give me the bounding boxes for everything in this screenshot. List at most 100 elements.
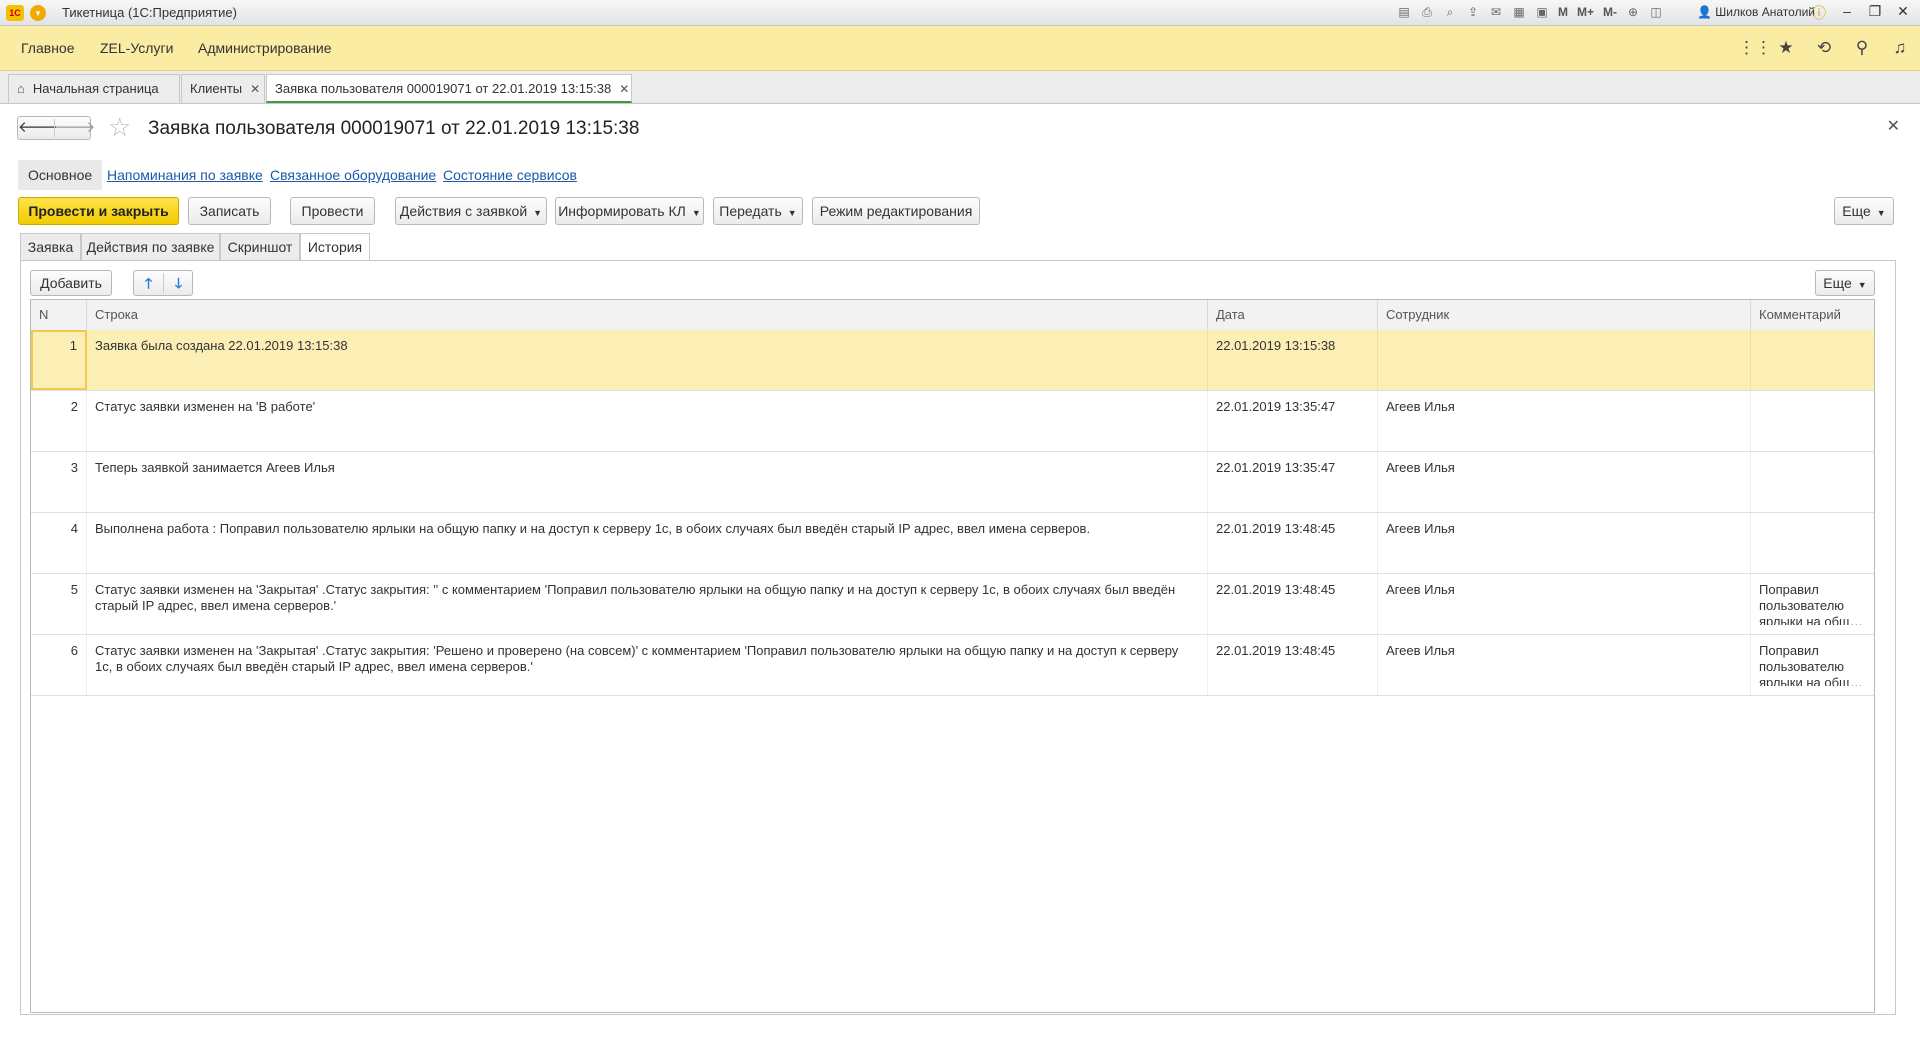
cell-n[interactable]: 1 [31,330,87,390]
cell-comment[interactable]: Поправил пользователю ярлыки на общую па… [1751,574,1874,625]
cell-line[interactable]: Теперь заявкой занимается Агеев Илья [87,452,1208,512]
save-button[interactable]: Записать [188,197,271,225]
main-menu-icon[interactable]: ▾ [30,5,46,21]
notifications-bell-icon[interactable]: ♫ [1890,38,1910,58]
document-title: Заявка пользователя 000019071 от 22.01.2… [148,118,640,139]
apps-grid-icon[interactable]: ⋮⋮ [1738,38,1772,58]
history-icon[interactable]: ⟲ [1814,38,1834,58]
preview-icon[interactable]: ⌕ [1441,4,1459,21]
tab-clients[interactable]: Клиенты ✕ [181,74,265,103]
memory-m-button[interactable]: M [1556,4,1570,21]
tab-screenshot[interactable]: Скриншот [220,233,300,260]
cell-n[interactable]: 2 [31,391,87,451]
cell-date[interactable]: 22.01.2019 13:48:45 [1208,513,1378,573]
grid-more-button[interactable]: Еще ▼ [1815,270,1875,296]
favorites-star-icon[interactable]: ★ [1776,38,1796,58]
history-table[interactable]: N Строка Дата Сотрудник Комментарий 1 Зая… [30,299,1875,1013]
cell-comment[interactable]: Поправил пользователю ярлыки на общую па… [1751,635,1874,686]
upload-icon[interactable]: ⇪ [1464,4,1482,21]
request-actions-button[interactable]: Действия с заявкой ▼ [395,197,547,225]
col-header-comment[interactable]: Комментарий [1751,300,1874,330]
col-header-line[interactable]: Строка [87,300,1208,330]
post-and-close-button[interactable]: Провести и закрыть [18,197,179,225]
table-row[interactable]: 4 Выполнена работа : Поправил пользовател… [31,513,1874,574]
table-row[interactable]: 2 Статус заявки изменен на 'В работе' 22.0… [31,391,1874,452]
inform-kl-button[interactable]: Информировать КЛ ▼ [555,197,704,225]
close-form-icon[interactable]: ✕ [1887,116,1900,136]
cell-employee[interactable]: Агеев Илья [1378,452,1751,512]
calendar-icon[interactable]: ▣ [1533,4,1551,21]
cell-comment[interactable] [1751,330,1874,381]
menu-item-administration[interactable]: Администрирование [198,40,332,56]
tab-request-actions[interactable]: Действия по заявке [81,233,220,260]
restore-icon[interactable]: ❐ [1866,3,1884,23]
table-row[interactable]: 5 Статус заявки изменен на 'Закрытая' .Ст… [31,574,1874,635]
cell-date[interactable]: 22.01.2019 13:15:38 [1208,330,1378,390]
mail-icon[interactable]: ✉ [1487,4,1505,21]
nav-link-service-status[interactable]: Состояние сервисов [443,160,577,190]
col-header-n[interactable]: N [31,300,87,330]
cell-line[interactable]: Заявка была создана 22.01.2019 13:15:38 [87,330,1208,390]
cell-n[interactable]: 6 [31,635,87,695]
close-tab-icon[interactable]: ✕ [250,82,260,96]
cell-n[interactable]: 5 [31,574,87,634]
cell-date[interactable]: 22.01.2019 13:35:47 [1208,391,1378,451]
cell-line[interactable]: Статус заявки изменен на 'В работе' [87,391,1208,451]
panel-icon[interactable]: ◫ [1647,4,1665,21]
table-icon[interactable]: ▦ [1510,4,1528,21]
table-row[interactable]: 1 Заявка была создана 22.01.2019 13:15:38… [31,330,1874,391]
save-icon[interactable]: ▤ [1395,4,1413,21]
print-icon[interactable]: ⎙ [1418,4,1436,21]
cell-date[interactable]: 22.01.2019 13:48:45 [1208,635,1378,695]
user-icon: 👤 [1697,5,1716,19]
cell-line[interactable]: Статус заявки изменен на 'Закрытая' .Ста… [87,574,1208,634]
close-tab-icon[interactable]: ✕ [619,82,629,96]
move-down-icon[interactable]: 🡓 [164,273,193,293]
favorite-star-icon[interactable]: ☆ [108,114,131,140]
table-row[interactable]: 6 Статус заявки изменен на 'Закрытая' .Ст… [31,635,1874,696]
move-up-icon[interactable]: 🡑 [134,273,163,293]
search-icon[interactable]: ⚲ [1852,38,1872,58]
back-arrow-icon[interactable]: 🡐 [18,118,58,138]
cell-employee[interactable]: Агеев Илья [1378,391,1751,451]
cell-employee[interactable]: Агеев Илья [1378,635,1751,695]
transfer-button[interactable]: Передать ▼ [713,197,803,225]
edit-mode-button[interactable]: Режим редактирования [812,197,980,225]
cell-comment[interactable] [1751,452,1874,503]
cell-n[interactable]: 4 [31,513,87,573]
table-row[interactable]: 3 Теперь заявкой занимается Агеев Илья 22.… [31,452,1874,513]
minimize-icon[interactable]: – [1838,3,1856,23]
add-row-button[interactable]: Добавить [30,270,112,296]
menu-item-zel-services[interactable]: ZEL-Услуги [100,40,173,56]
cell-employee[interactable] [1378,330,1751,390]
cell-comment[interactable] [1751,391,1874,442]
forward-arrow-icon[interactable]: 🡒 [55,118,95,138]
cell-n[interactable]: 3 [31,452,87,512]
cell-line[interactable]: Статус заявки изменен на 'Закрытая' .Ста… [87,635,1208,695]
more-button[interactable]: Еще ▼ [1834,197,1894,225]
cell-comment[interactable] [1751,513,1874,564]
zoom-icon[interactable]: ⊕ [1624,4,1642,21]
col-header-date[interactable]: Дата [1208,300,1378,330]
memory-m-plus-button[interactable]: M+ [1575,4,1596,21]
tab-request-main[interactable]: Заявка [20,233,81,260]
memory-m-minus-button[interactable]: M- [1601,4,1619,21]
nav-link-main[interactable]: Основное [18,160,103,190]
tab-history[interactable]: История [300,233,370,261]
info-icon[interactable]: ⓘ [1810,3,1828,23]
cell-employee[interactable]: Агеев Илья [1378,574,1751,634]
cell-line[interactable]: Выполнена работа : Поправил пользователю… [87,513,1208,573]
cell-date[interactable]: 22.01.2019 13:35:47 [1208,452,1378,512]
cell-employee[interactable]: Агеев Илья [1378,513,1751,573]
nav-link-equipment[interactable]: Связанное оборудование [270,160,436,190]
current-user[interactable]: 👤 Шилков Анатолий [1697,5,1815,19]
menu-item-main[interactable]: Главное [21,40,75,56]
cell-date[interactable]: 22.01.2019 13:48:45 [1208,574,1378,634]
close-icon[interactable]: ✕ [1894,3,1912,23]
nav-link-reminders[interactable]: Напоминания по заявке [107,160,263,190]
tab-home-page[interactable]: ⌂ Начальная страница [8,74,180,103]
col-header-employee[interactable]: Сотрудник [1378,300,1751,330]
home-icon: ⌂ [17,81,25,96]
post-button[interactable]: Провести [290,197,375,225]
tab-request[interactable]: Заявка пользователя 000019071 от 22.01.2… [266,74,632,103]
